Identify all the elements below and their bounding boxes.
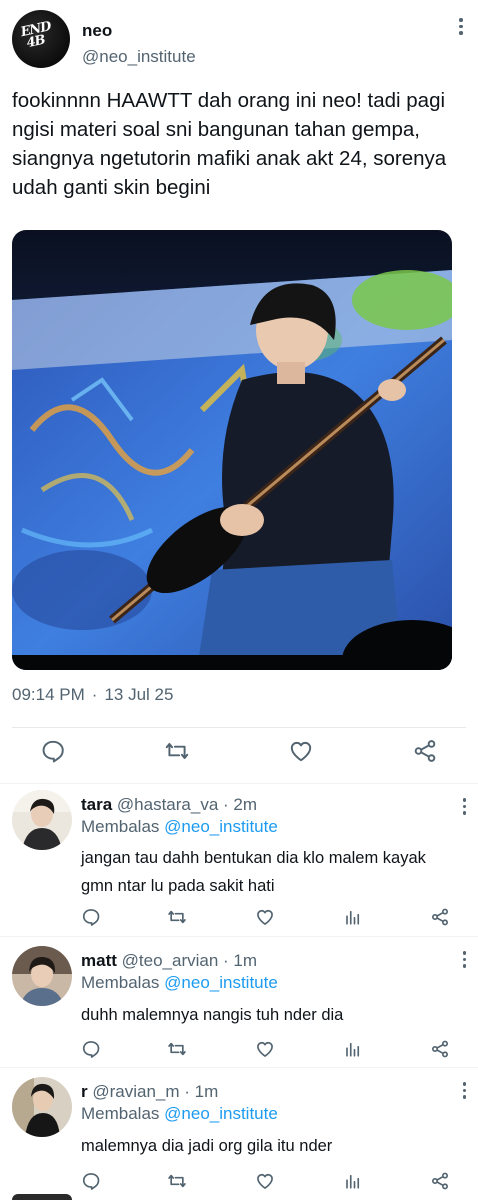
reply-tweet[interactable]: r @ravian_m · 1m Membalas @neo_institute… (0, 1068, 478, 1200)
replying-prefix: Membalas (81, 973, 160, 992)
reply-icon[interactable] (80, 906, 102, 928)
reply-icon[interactable] (38, 736, 68, 766)
more-options-icon[interactable] (462, 951, 466, 968)
share-icon[interactable] (429, 1038, 451, 1060)
heart-icon[interactable] (286, 736, 316, 766)
tweet-date: 13 Jul 25 (104, 685, 174, 704)
reply-author-handle[interactable]: @teo_arvian (122, 951, 219, 970)
share-icon[interactable] (429, 1170, 451, 1192)
reply-avatar[interactable] (12, 946, 72, 1006)
reply-time: · 2m (223, 795, 258, 814)
reply-icon[interactable] (80, 1170, 102, 1192)
replying-to: Membalas @neo_institute (81, 973, 278, 993)
reply-avatar[interactable] (12, 790, 72, 850)
share-icon[interactable] (410, 736, 440, 766)
concert-photo-illustration (12, 230, 452, 670)
replying-mention[interactable]: @neo_institute (164, 973, 278, 992)
more-options-icon[interactable] (462, 798, 466, 815)
retweet-icon[interactable] (166, 1038, 188, 1060)
tweet-media-photo[interactable] (12, 230, 452, 670)
tweet-timestamp: 09:14 PM · 13 Jul 25 (12, 685, 173, 705)
tweet-action-bar (0, 736, 478, 772)
reply-header: tara @hastara_va · 2m (81, 795, 257, 815)
views-icon[interactable] (342, 1038, 364, 1060)
tweet-text: fookinnnn HAAWTT dah orang ini neo! tadi… (12, 89, 447, 199)
replying-to: Membalas @neo_institute (81, 1104, 278, 1124)
retweet-icon[interactable] (166, 1170, 188, 1192)
next-reply-avatar (12, 1194, 72, 1200)
views-icon[interactable] (342, 1170, 364, 1192)
more-options-icon[interactable] (462, 1082, 466, 1099)
avatar-logo: END 4B (19, 19, 52, 52)
views-icon[interactable] (342, 906, 364, 928)
reply-author-name[interactable]: tara (81, 795, 112, 814)
author-name[interactable]: neo (82, 21, 112, 41)
tweet-header: END 4B neo @neo_institute (12, 10, 466, 70)
share-icon[interactable] (429, 906, 451, 928)
reply-text: jangan tau dahh bentukan dia klo malem k… (81, 849, 426, 895)
reply-author-handle[interactable]: @hastara_va (117, 795, 218, 814)
retweet-icon[interactable] (162, 736, 192, 766)
reply-author-name[interactable]: r (81, 1082, 88, 1101)
heart-icon[interactable] (254, 906, 276, 928)
retweet-icon[interactable] (166, 906, 188, 928)
reply-tweet[interactable]: tara @hastara_va · 2m Membalas @neo_inst… (0, 784, 478, 936)
reply-tweet[interactable]: matt @teo_arvian · 1m Membalas @neo_inst… (0, 937, 478, 1067)
reply-avatar[interactable] (12, 1077, 72, 1137)
reply-author-name[interactable]: matt (81, 951, 117, 970)
replying-mention[interactable]: @neo_institute (164, 1104, 278, 1123)
reply-time: · 1m (223, 951, 258, 970)
reply-text: malemnya dia jadi org gila itu nder (81, 1137, 333, 1155)
reply-time: · 1m (184, 1082, 219, 1101)
replying-prefix: Membalas (81, 1104, 160, 1123)
tweet-time: 09:14 PM (12, 685, 85, 704)
replying-prefix: Membalas (81, 817, 160, 836)
heart-icon[interactable] (254, 1170, 276, 1192)
reply-header: matt @teo_arvian · 1m (81, 951, 257, 971)
heart-icon[interactable] (254, 1038, 276, 1060)
replying-mention[interactable]: @neo_institute (164, 817, 278, 836)
reply-text: duhh malemnya nangis tuh nder dia (81, 1006, 344, 1024)
reply-header: r @ravian_m · 1m (81, 1082, 218, 1102)
author-handle[interactable]: @neo_institute (82, 47, 196, 67)
reply-icon[interactable] (80, 1038, 102, 1060)
meta-separator: · (91, 685, 98, 704)
reply-author-handle[interactable]: @ravian_m (92, 1082, 179, 1101)
author-avatar[interactable]: END 4B (12, 10, 70, 68)
more-options-icon[interactable] (456, 18, 466, 40)
divider (12, 727, 466, 728)
replying-to: Membalas @neo_institute (81, 817, 278, 837)
